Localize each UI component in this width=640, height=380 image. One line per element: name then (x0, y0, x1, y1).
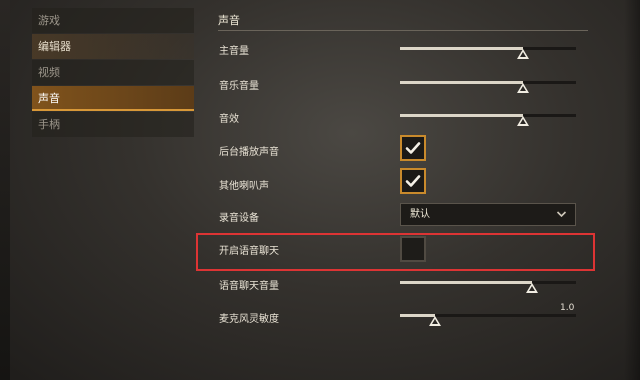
master-volume-label: 主音量 (219, 46, 249, 57)
mic-sensitivity-label: 麦克风灵敏度 (219, 314, 279, 325)
chevron-down-icon (556, 204, 567, 232)
master-volume-slider[interactable] (400, 43, 576, 59)
settings-sidebar: 游戏 编辑器 视频 声音 手柄 (32, 8, 194, 138)
sidebar-item-video[interactable]: 视频 (32, 60, 194, 85)
left-edge (0, 0, 10, 380)
recording-device-value: 默认 (410, 209, 430, 220)
sidebar-item-game[interactable]: 游戏 (32, 8, 194, 33)
background-audio-label: 后台播放声音 (219, 147, 279, 158)
slider-thumb[interactable] (526, 283, 538, 293)
slider-fill (400, 47, 524, 50)
right-edge (624, 0, 640, 380)
checkmark-icon (405, 142, 421, 154)
voice-chat-checkbox[interactable] (400, 236, 426, 262)
background-audio-checkbox[interactable] (400, 135, 426, 161)
slider-fill (400, 81, 524, 84)
music-volume-label: 音乐音量 (219, 81, 259, 92)
mic-sensitivity-slider[interactable] (400, 310, 576, 326)
section-divider (218, 30, 588, 31)
section-title: 声音 (218, 14, 240, 27)
slider-thumb[interactable] (517, 49, 530, 59)
sidebar-item-sound[interactable]: 声音 (32, 86, 194, 111)
other-speakers-checkbox[interactable] (400, 168, 426, 194)
sidebar-item-controller[interactable]: 手柄 (32, 112, 194, 137)
slider-fill (400, 114, 524, 117)
slider-thumb[interactable] (517, 83, 530, 93)
checkmark-icon (405, 175, 421, 187)
sfx-volume-slider[interactable] (400, 110, 576, 126)
sfx-volume-label: 音效 (219, 114, 239, 125)
voice-chat-volume-slider[interactable] (400, 277, 576, 293)
voice-chat-label: 开启语音聊天 (219, 246, 279, 257)
recording-device-dropdown[interactable]: 默认 (400, 203, 576, 226)
slider-thumb[interactable] (517, 116, 530, 126)
slider-fill (400, 281, 532, 284)
slider-thumb[interactable] (429, 316, 442, 326)
sidebar-item-editor[interactable]: 编辑器 (32, 34, 194, 59)
voice-chat-volume-label: 语音聊天音量 (219, 281, 279, 292)
recording-device-label: 录音设备 (219, 213, 259, 224)
music-volume-slider[interactable] (400, 77, 576, 93)
other-speakers-label: 其他喇叭声 (219, 181, 269, 192)
